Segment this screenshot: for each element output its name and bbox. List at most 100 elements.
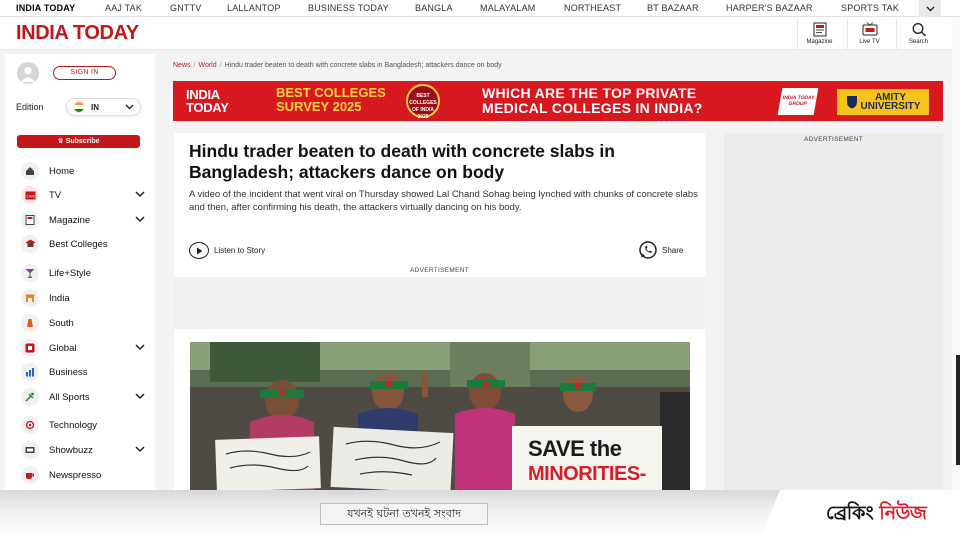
- network-link-gnttv[interactable]: GNTTV: [170, 3, 202, 13]
- temple-icon: [21, 314, 39, 332]
- right-ad-label: ADVERTISEMENT: [803, 136, 864, 143]
- banner-sponsor-name: AMITY UNIVERSITY: [860, 92, 921, 112]
- sidebar-item-label: All Sports: [49, 391, 90, 403]
- live-tv-icon: LIVE: [21, 186, 39, 204]
- coffee-icon: [21, 466, 39, 484]
- right-ad-slot: ADVERTISEMENT: [724, 133, 943, 490]
- breaking-news-label: ব্রেকিং নিউজ: [826, 499, 927, 531]
- technology-icon: [21, 416, 39, 434]
- svg-text:LIVE: LIVE: [26, 193, 35, 198]
- subscribe-button[interactable]: ♛ Subscribe: [17, 135, 140, 148]
- sidebar: SIGN IN Edition IN ♛ Subscribe Home LIVE…: [5, 54, 155, 490]
- inline-ad-label: ADVERTISEMENT: [409, 267, 470, 274]
- listen-to-story-button[interactable]: Listen to Story: [189, 242, 265, 259]
- breadcrumb-news[interactable]: News: [173, 62, 191, 69]
- magazine-link[interactable]: Magazine: [797, 19, 841, 49]
- india-gate-icon: [21, 289, 39, 307]
- placard-text-line2: MINORITIES-: [528, 463, 646, 485]
- sidebar-item-label: Home: [49, 165, 75, 177]
- chart-icon: [21, 363, 39, 381]
- subscribe-label: Subscribe: [65, 138, 100, 145]
- banner-survey-title: BEST COLLEGES SURVEY 2025: [276, 86, 386, 114]
- network-link-business-today[interactable]: BUSINESS TODAY: [308, 3, 389, 13]
- magazine-label: Magazine: [806, 39, 833, 45]
- article-headline: Hindu trader beaten to death with concre…: [189, 141, 615, 182]
- sidebar-item-all-sports[interactable]: All Sports: [21, 387, 145, 407]
- magazine-icon: [813, 22, 826, 37]
- search-icon: [912, 23, 926, 37]
- sidebar-item-home[interactable]: Home: [21, 161, 145, 181]
- chevron-down-icon[interactable]: [135, 344, 145, 351]
- sidebar-item-label: Business: [49, 366, 88, 378]
- site-header: INDIA TODAY Magazine Live TV Search: [0, 17, 960, 50]
- network-bar: INDIA TODAY AAJ TAK GNTTV LALLANTOP BUSI…: [0, 0, 960, 17]
- network-link-lallantop[interactable]: LALLANTOP: [227, 3, 281, 13]
- sidebar-item-best-colleges[interactable]: Best Colleges: [21, 234, 145, 254]
- banner-sponsor-logo: AMITY UNIVERSITY: [837, 89, 929, 115]
- cocktail-icon: [21, 264, 39, 282]
- banner-group-logo: INDIA TODAY GROUP: [777, 88, 819, 115]
- site-logo[interactable]: INDIA TODAY: [16, 22, 139, 45]
- home-icon: [21, 162, 39, 180]
- breadcrumb-world[interactable]: World: [198, 62, 216, 69]
- chevron-down-icon: [125, 104, 134, 110]
- network-link-aaj-tak[interactable]: AAJ TAK: [105, 3, 142, 13]
- sidebar-item-global[interactable]: Global: [21, 338, 145, 358]
- sidebar-item-showbuzz[interactable]: Showbuzz: [21, 440, 145, 460]
- sidebar-item-india[interactable]: India: [21, 288, 145, 308]
- network-link-sports-tak[interactable]: SPORTS TAK: [841, 3, 899, 13]
- share-button[interactable]: Share: [638, 241, 683, 259]
- network-link-malayalam[interactable]: MALAYALAM: [480, 3, 535, 13]
- sidebar-item-south[interactable]: South: [21, 313, 145, 333]
- banner-survey-line1: BEST COLLEGES: [276, 85, 386, 100]
- sidebar-item-label: Global: [49, 342, 77, 354]
- banner-badge: BEST COLLEGES OF INDIA 2025: [406, 84, 440, 120]
- sidebar-item-business[interactable]: Business: [21, 362, 145, 382]
- live-tv-label: Live TV: [859, 39, 880, 45]
- sidebar-item-label: Best Colleges: [49, 238, 108, 250]
- chevron-down-icon[interactable]: [135, 216, 145, 223]
- chevron-down-icon: [926, 6, 934, 11]
- article-card: Hindu trader beaten to death with concre…: [174, 133, 705, 490]
- chevron-down-icon[interactable]: [135, 446, 145, 453]
- india-flag-icon: [73, 101, 85, 113]
- article-summary: A video of the incident that went viral …: [189, 189, 698, 213]
- edition-select[interactable]: IN: [66, 98, 141, 116]
- chevron-down-icon[interactable]: [135, 191, 145, 198]
- sidebar-item-label: Technology: [49, 419, 98, 431]
- ticker-tagline: যখনই ঘটনা তখনই সংবাদ: [320, 503, 488, 525]
- sidebar-item-label: Newspresso: [49, 469, 102, 481]
- sidebar-item-newspresso[interactable]: Newspresso: [21, 465, 145, 485]
- chevron-down-icon[interactable]: [135, 393, 145, 400]
- sidebar-item-technology[interactable]: Technology: [21, 415, 145, 435]
- network-more-button[interactable]: [919, 0, 941, 17]
- signin-button[interactable]: SIGN IN: [53, 66, 116, 80]
- search-link[interactable]: Search: [896, 19, 940, 49]
- banner-logo: INDIA TODAY: [186, 87, 229, 115]
- sidebar-item-label: Life+Style: [49, 267, 91, 279]
- sidebar-item-tv[interactable]: LIVE TV: [21, 185, 145, 205]
- breaking-news-ticker: যখনই ঘটনা তখনই সংবাদ ব্রেকিং নিউজ: [0, 490, 960, 540]
- live-tv-link[interactable]: Live TV: [847, 19, 891, 49]
- banner-ad[interactable]: INDIA TODAY BEST COLLEGES SURVEY 2025 BE…: [173, 81, 943, 121]
- scrollbar-thumb[interactable]: [956, 355, 960, 465]
- breadcrumb: News / World / Hindu trader beaten to death …: [173, 62, 502, 69]
- network-link-harpers-bazaar[interactable]: HARPER'S BAZAAR: [726, 3, 813, 13]
- network-link-bt-bazaar[interactable]: BT BAZAAR: [647, 3, 699, 13]
- network-link-india-today[interactable]: INDIA TODAY: [16, 3, 75, 13]
- network-link-northeast[interactable]: NORTHEAST: [564, 3, 621, 13]
- banner-headline: WHICH ARE THE TOP PRIVATE MEDICAL COLLEG…: [482, 86, 703, 116]
- sidebar-item-magazine[interactable]: Magazine: [21, 210, 145, 230]
- user-icon: [20, 66, 36, 82]
- sports-icon: [21, 388, 39, 406]
- breadcrumb-current: Hindu trader beaten to death with concre…: [224, 62, 502, 69]
- article-photo[interactable]: SAVE the MINORITIES-: [190, 342, 690, 490]
- sidebar-item-label: South: [49, 317, 74, 329]
- avatar[interactable]: [17, 62, 39, 84]
- sidebar-item-label: TV: [49, 189, 62, 201]
- sidebar-item-lifestyle[interactable]: Life+Style: [21, 263, 145, 283]
- share-label: Share: [662, 245, 684, 255]
- magazine-icon: [21, 211, 39, 229]
- network-link-bangla[interactable]: BANGLA: [415, 3, 453, 13]
- film-icon: [21, 441, 39, 459]
